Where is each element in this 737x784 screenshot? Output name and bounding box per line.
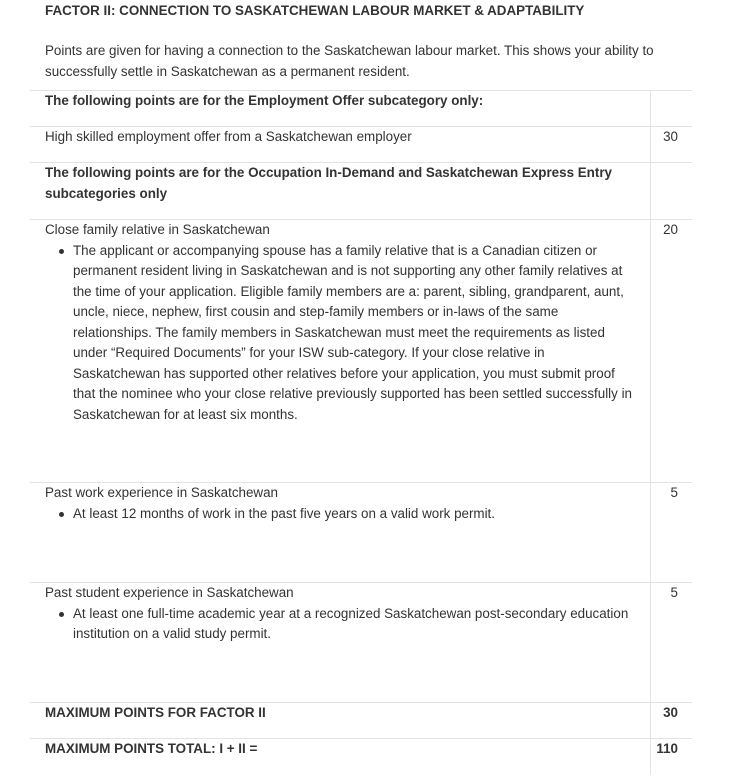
indemand-header: The following points are for the Occupat… — [30, 162, 650, 220]
work-cell: Past work experience in Saskatchewan At … — [30, 482, 650, 583]
student-bullet-list: At least one full-time academic year at … — [45, 604, 635, 645]
max-factor-label: MAXIMUM POINTS FOR FACTOR II — [30, 702, 650, 739]
table-row-work: Past work experience in Saskatchewan At … — [30, 482, 692, 583]
table-row-indemand-header: The following points are for the Occupat… — [30, 162, 692, 220]
family-label: Close family relative in Saskatchewan — [45, 222, 270, 237]
family-bullet-list: The applicant or accompanying spouse has… — [45, 241, 635, 426]
work-points: 5 — [649, 482, 692, 583]
table-row-employment-offer: High skilled employment offer from a Sas… — [30, 126, 692, 163]
factor-intro: Points are given for having a connection… — [45, 43, 654, 79]
points-cell-empty — [649, 162, 692, 220]
factor-title: FACTOR II: CONNECTION TO SASKATCHEWAN LA… — [45, 3, 585, 18]
table-row-max-factor: MAXIMUM POINTS FOR FACTOR II 30 — [30, 702, 692, 739]
table-row-max-total: MAXIMUM POINTS TOTAL: I + II = 110 — [30, 738, 692, 775]
student-cell: Past student experience in Saskatchewan … — [30, 582, 650, 703]
student-points: 5 — [649, 582, 692, 703]
student-bullet: At least one full-time academic year at … — [59, 604, 635, 645]
max-total-points: 110 — [649, 738, 692, 775]
employment-header: The following points are for the Employm… — [30, 90, 650, 127]
family-cell: Close family relative in Saskatchewan Th… — [30, 219, 650, 483]
employment-offer-points: 30 — [649, 126, 692, 163]
points-table: The following points are for the Employm… — [30, 90, 692, 775]
page: FACTOR II: CONNECTION TO SASKATCHEWAN LA… — [0, 0, 737, 784]
table-row-employment-header: The following points are for the Employm… — [30, 90, 692, 127]
family-points: 20 — [649, 219, 692, 483]
work-label: Past work experience in Saskatchewan — [45, 485, 278, 500]
family-bullet: The applicant or accompanying spouse has… — [59, 241, 635, 426]
work-bullet: At least 12 months of work in the past f… — [59, 504, 635, 525]
max-factor-points: 30 — [649, 702, 692, 739]
table-row-student: Past student experience in Saskatchewan … — [30, 582, 692, 703]
student-label: Past student experience in Saskatchewan — [45, 585, 294, 600]
work-bullet-list: At least 12 months of work in the past f… — [45, 504, 635, 525]
employment-offer-label: High skilled employment offer from a Sas… — [30, 126, 650, 163]
table-row-family: Close family relative in Saskatchewan Th… — [30, 219, 692, 483]
max-total-label: MAXIMUM POINTS TOTAL: I + II = — [30, 738, 650, 775]
points-cell-empty — [649, 90, 692, 127]
